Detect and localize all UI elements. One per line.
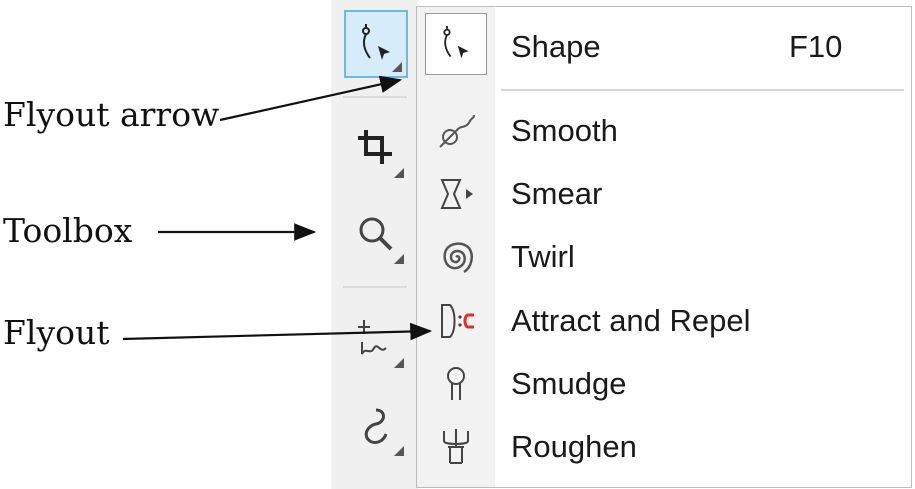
flyout-arrow-pointer	[219, 75, 403, 122]
flyout-pointer	[122, 322, 433, 341]
callout-arrows	[122, 75, 433, 341]
